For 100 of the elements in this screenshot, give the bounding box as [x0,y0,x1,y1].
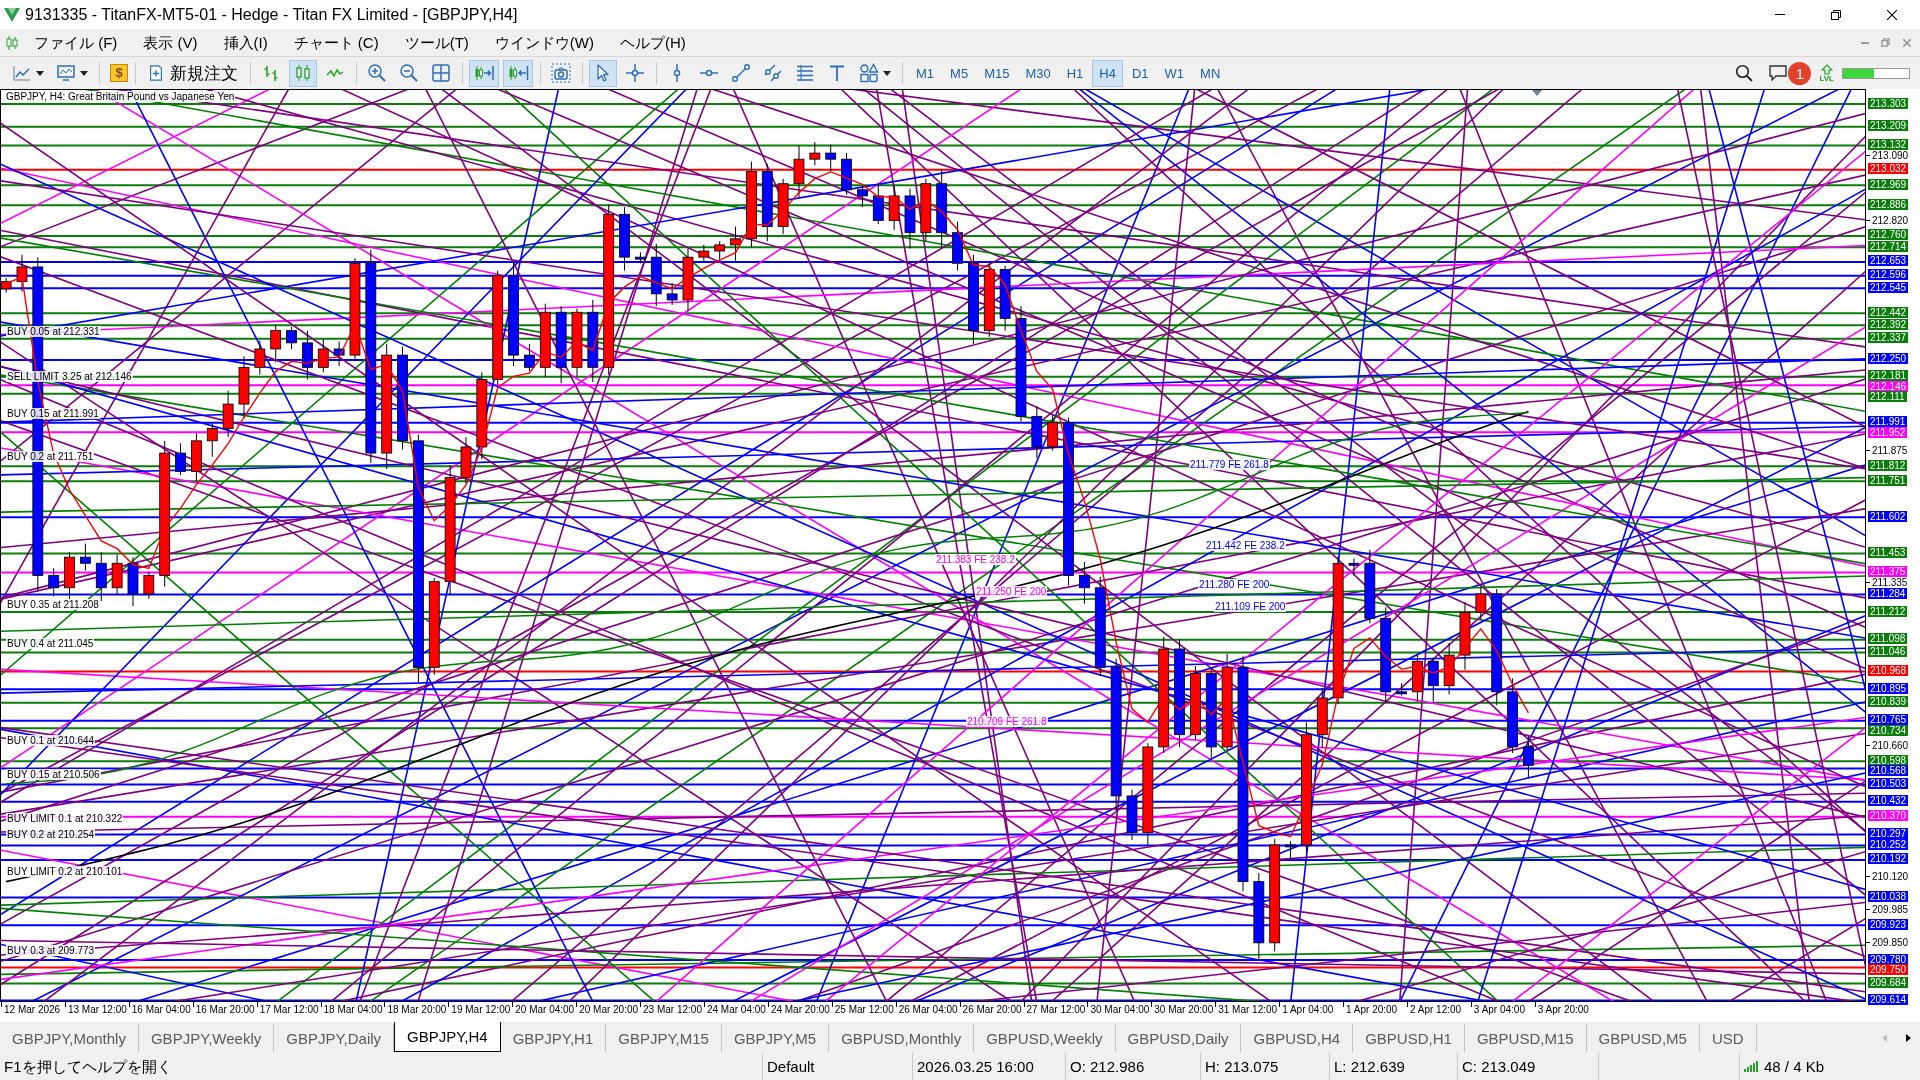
restore-icon [1881,38,1890,47]
zoom-out-icon [399,63,419,83]
chart-tab[interactable]: GBPJPY,Weekly [138,1024,275,1052]
price-level-label: 210.734 [1868,724,1909,736]
chart-tab[interactable]: GBPJPY,M5 [721,1024,830,1052]
price-level-label: 210.297 [1868,827,1909,839]
price-level-label: 212.886 [1868,198,1909,210]
timeframe-button[interactable]: H4 [1092,59,1123,87]
new-order-button[interactable]: 新規注文 [142,59,243,87]
price-level-label: 209.684 [1868,976,1909,988]
time-axis-label: 1 Apr 04:00 [1281,1003,1334,1017]
chart-tab[interactable]: GBPJPY,H4 [394,1022,501,1052]
chart-tab[interactable]: GBPUSD,H4 [1241,1024,1354,1052]
chart-tab[interactable]: GBPUSD,H1 [1353,1024,1465,1052]
chart-tab[interactable]: GBPUSD,Weekly [974,1024,1116,1052]
price-level-label: 210.839 [1868,696,1909,708]
candles-arrow-left-icon [507,63,529,83]
price-level-label: 212.392 [1868,318,1909,330]
time-axis-label: 20 Mar 20:00 [578,1003,639,1017]
price-level-label: 211.212 [1868,605,1908,617]
menu-item[interactable]: チャート (C) [280,29,392,56]
price-level-label: 211.991 [1868,416,1908,428]
chart-tab[interactable]: GBPUSD,Monthly [829,1024,975,1052]
price-level-label: 212.181 [1868,370,1909,382]
time-axis-label: 18 Mar 20:00 [386,1003,447,1017]
notification-badge[interactable]: 1 [1788,61,1812,85]
chart-tab[interactable]: GBPJPY,M15 [606,1024,722,1052]
timeframe-button[interactable]: W1 [1157,59,1192,87]
price-level-label: 213.303 [1868,97,1909,109]
menu-item[interactable]: ファイル (F) [21,29,131,56]
parallel-lines-icon [763,63,783,83]
close-icon [1902,38,1911,47]
dollar-button[interactable]: $ [110,64,128,82]
time-axis-label: 26 Mar 04:00 [897,1003,958,1017]
price-level-label: 210.895 [1868,682,1909,694]
stacked-lines-icon [795,63,815,83]
caret-icon [36,70,44,76]
price-level-label: 212.337 [1868,332,1909,344]
price-level-label: 210.370 [1868,810,1909,822]
chart-tab[interactable]: GBPUSD,Daily [1115,1024,1242,1052]
zoom-in-icon [367,63,387,83]
time-axis-label: 3 Apr 20:00 [1536,1003,1589,1017]
timeframe-button[interactable]: M5 [943,59,976,87]
timeframe-button[interactable]: M30 [1018,59,1058,87]
camera-icon [551,63,571,83]
chart-tab[interactable]: GBPUSD,M5 [1586,1024,1700,1052]
price-level-label: 212.714 [1868,240,1909,252]
price-level-label: 211.751 [1868,474,1908,486]
chart-tab[interactable]: GBPUSD,M15 [1464,1024,1587,1052]
price-level-label: 213.209 [1868,120,1909,132]
minimize-icon [1860,41,1869,44]
autoscroll-button[interactable] [469,59,499,87]
chart-tab[interactable]: USD [1699,1024,1757,1052]
time-axis-label: 24 Mar 04:00 [705,1003,766,1017]
timeframe-button[interactable]: H1 [1059,59,1091,87]
traffic-counter: 48 / 4 Kb [1764,1057,1825,1077]
cursor-button[interactable] [589,59,617,87]
candles-icon [6,35,18,50]
time-axis-label: 27 Mar 12:00 [1025,1003,1086,1017]
chart-shift-button[interactable] [503,59,533,87]
price-level-label: 210.038 [1868,890,1909,902]
menu-item[interactable]: 挿入(I) [210,29,281,56]
price-tick-label: 209.985 [1872,903,1909,915]
minimize-icon [1775,14,1785,15]
price-level-label: 209.750 [1868,964,1909,976]
chart-tab[interactable]: GBPJPY,Monthly [0,1024,139,1052]
chart-tab[interactable]: GBPJPY,H1 [500,1024,607,1052]
menu-item[interactable]: ツール(T) [391,29,482,56]
price-level-label: 212.969 [1868,178,1909,190]
price-level-label: 212.760 [1868,229,1909,241]
time-axis-label: 2 Apr 12:00 [1408,1003,1462,1017]
close-icon [1887,9,1897,20]
price-level-label: 212.545 [1868,281,1909,293]
price-level-label: 209.780 [1868,953,1909,965]
price-level-label: 213.032 [1868,163,1909,175]
time-axis-label: 18 Mar 04:00 [322,1003,383,1017]
price-level-label: 210.598 [1868,754,1909,766]
price-level-label: 210.765 [1868,714,1909,726]
timeframe-button[interactable]: MN [1193,59,1228,87]
menu-item[interactable]: ヘルプ(H) [607,29,699,56]
price-level-label: 212.250 [1868,353,1909,365]
time-axis-label: 16 Mar 04:00 [130,1003,191,1017]
grid-icon [431,63,451,83]
timeframe-button[interactable]: M15 [977,59,1017,87]
window-title: 9131335 - TitanFX-MT5-01 - Hedge - Titan FX Limited - [GBPJPY,H4] [25,5,518,24]
candles-icon [293,63,313,83]
low-price: L: 212.639 [1329,1053,1457,1080]
menu-item[interactable]: ウインドウ(W) [481,29,607,56]
timeframe-button[interactable]: M1 [909,59,942,87]
time-axis-label: 1 Apr 20:00 [1345,1003,1398,1017]
price-tick-label: 209.850 [1872,936,1909,948]
timeframe-button[interactable]: D1 [1124,59,1156,87]
price-level-label: 210.252 [1868,838,1909,850]
chat-bubble-icon[interactable] [1769,65,1788,81]
menu-item[interactable]: 表示 (V) [130,29,211,56]
profile-name: Default [762,1053,912,1080]
line-chart-icon [12,63,32,83]
time-axis-label: 16 Mar 20:00 [194,1003,255,1017]
price-level-label: 212.111 [1868,391,1907,403]
candlestick-button[interactable] [289,59,317,87]
